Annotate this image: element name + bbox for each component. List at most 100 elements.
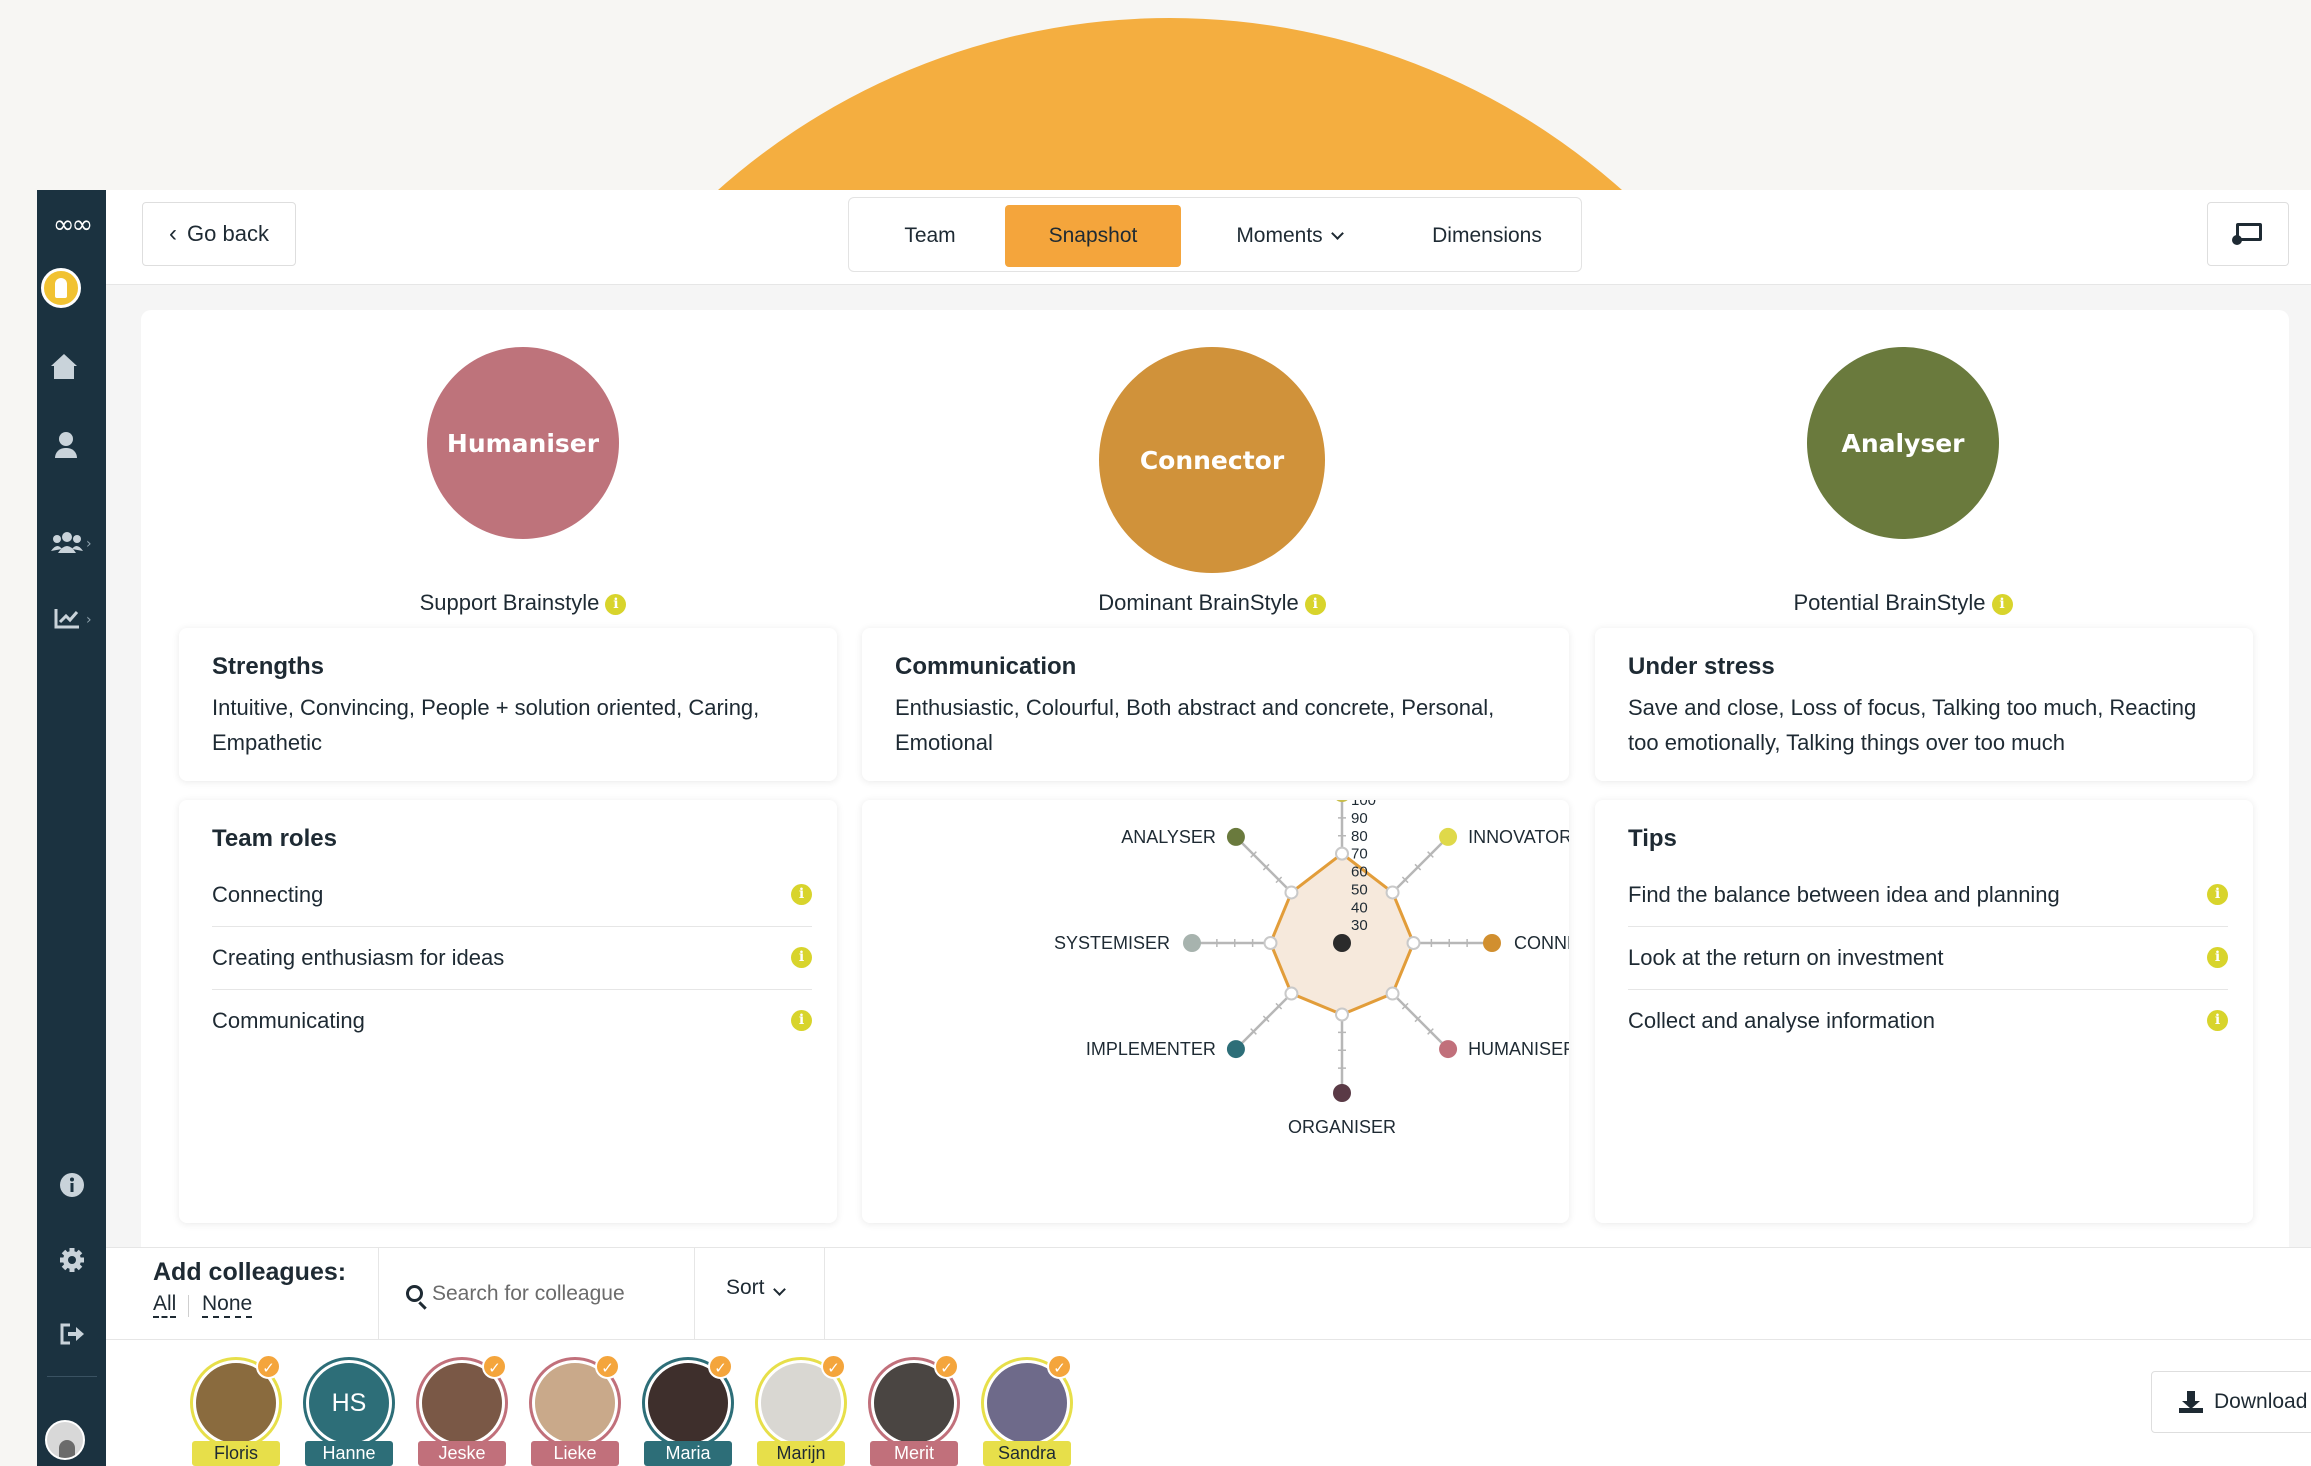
colleague-name: Jeske [418,1441,506,1466]
radar-axis-label: ANALYSER [1121,827,1216,847]
radar-axis-dot [1333,784,1351,802]
brainstyle-badge-icon[interactable] [41,268,81,308]
selected-check-icon: ✓ [595,1354,620,1379]
radar-axis-label: IMPLEMENTER [1086,1039,1216,1059]
person-icon[interactable] [55,432,77,458]
radar-axis-dot [1226,1040,1245,1059]
info-icon[interactable]: i [1991,593,2013,615]
download-icon [2179,1391,2203,1413]
tab-team[interactable]: Team [855,205,1005,267]
download-button[interactable]: Download [2151,1371,2311,1433]
colleague-avatar[interactable]: ✓ Floris [190,1354,282,1466]
brainstyle-radar-panel: 10090807060504030CONCEPTUALISERINNOVATOR… [862,749,1630,1223]
colleague-name: Floris [192,1441,280,1466]
info-icon[interactable]: i [791,1010,812,1031]
info-icon[interactable]: i [791,884,812,905]
tab-dimensions[interactable]: Dimensions [1397,205,1577,267]
radar-value-point [1335,1007,1349,1022]
strengths-title: Strengths [212,653,325,680]
selected-check-icon: ✓ [482,1354,507,1379]
colleague-avatar[interactable]: ✓ Sandra [981,1354,1073,1466]
info-icon[interactable] [37,1172,106,1205]
info-icon[interactable]: i [791,947,812,968]
support-brainstyle-caption: Support Brainstyle i [173,590,873,616]
tip-label: Look at the return on investment [1628,945,1944,970]
gear-icon[interactable] [37,1247,106,1280]
chart-icon[interactable]: › [37,606,106,636]
under-stress-title: Under stress [1628,653,1775,680]
radar-value-point [1284,885,1299,900]
app-window: ∞∞ › › ‹ Go back Team Snapshot Moments D… [37,190,2311,1466]
support-brainstyle-name: Humaniser [446,428,600,458]
tab-moments-label: Moments [1236,224,1323,247]
select-all-link[interactable]: All [153,1292,177,1318]
colleague-avatar[interactable]: ✓ Merit [868,1354,960,1466]
radar-tick-label: 40 [1351,899,1368,916]
download-label: Download [2214,1390,2308,1413]
tab-snapshot[interactable]: Snapshot [1005,205,1181,267]
colleague-name: Sandra [983,1441,1071,1466]
radar-tick-label: 50 [1351,881,1368,898]
dominant-brainstyle-caption: Dominant BrainStyle i [862,590,1562,616]
radar-tick-label: 70 [1351,846,1368,863]
info-icon[interactable]: i [2207,884,2228,905]
info-icon[interactable]: i [2207,1010,2228,1031]
selected-check-icon: ✓ [821,1354,846,1379]
radar-center [1333,934,1351,952]
page: ∞∞ › › ‹ Go back Team Snapshot Moments D… [0,0,2311,1466]
infinity-logo-icon[interactable]: ∞∞ [37,210,106,240]
tip-item: Find the balance between idea and planni… [1628,864,2228,927]
team-icon[interactable]: › [37,530,106,560]
tip-label: Collect and analyse information [1628,1008,1935,1033]
colleague-search-input[interactable] [432,1270,682,1318]
chevron-left-icon: ‹ [169,220,178,247]
go-back-button[interactable]: ‹ Go back [142,202,296,266]
radar-tick-label: 30 [1351,917,1368,934]
communication-text: Enthusiastic, Colourful, Both abstract a… [895,695,1495,755]
divider [378,1248,379,1341]
colleague-avatar[interactable]: ✓ Jeske [416,1354,508,1466]
colleague-avatar[interactable]: ✓ Maria [642,1354,734,1466]
radar-axis-label: INNOVATOR [1468,827,1569,847]
dominant-brainstyle-name: Connector [1139,445,1285,475]
sidebar: ∞∞ › › [37,190,106,1466]
radar-axis-label: ORGANISER [1288,1117,1396,1137]
colleague-name: Merit [870,1441,958,1466]
info-icon[interactable]: i [605,593,627,615]
user-avatar[interactable] [45,1420,85,1460]
divider [694,1248,695,1341]
colleague-initials: HS [331,1388,367,1417]
info-icon[interactable]: i [1304,593,1326,615]
communication-title: Communication [895,653,1077,680]
team-roles-panel: Team roles Connecting i Creating enthusia… [179,800,837,1223]
tips-panel: Tips Find the balance between idea and p… [1595,800,2253,1223]
search-icon [406,1285,423,1302]
colleagues-list: Download ✓ Floris HS Hanne ✓ Jeske ✓ Lieke ✓ Mari… [106,1340,2311,1466]
add-colleagues-title: Add colleagues: [153,1258,347,1286]
radar-value-point [1385,885,1400,900]
tips-title: Tips [1628,825,1677,852]
team-roles-title: Team roles [212,825,337,852]
radar-axis-dot [1183,934,1201,952]
radar-axis-label: SYSTEMISER [1054,933,1170,953]
radar-value-point [1335,846,1349,861]
support-brainstyle-circle: Humaniser [427,347,619,539]
colleague-avatar[interactable]: ✓ Marijn [755,1354,847,1466]
presentation-button[interactable] [2207,202,2289,266]
colleague-name: Lieke [531,1441,619,1466]
tab-moments[interactable]: Moments [1189,205,1389,267]
dominant-brainstyle-caption-text: Dominant BrainStyle [1098,590,1299,615]
sort-button[interactable]: Sort [726,1276,786,1300]
tip-item: Collect and analyse information i [1628,990,2228,1053]
colleague-avatar[interactable]: HS Hanne [303,1360,395,1466]
potential-brainstyle-caption-text: Potential BrainStyle [1793,590,1986,615]
logout-icon[interactable] [37,1322,106,1353]
select-none-link[interactable]: None [202,1292,253,1318]
top-bar: ‹ Go back Team Snapshot Moments Dimensio… [106,190,2311,285]
team-role-label: Communicating [212,1008,365,1033]
potential-brainstyle-name: Analyser [1841,428,1965,458]
info-icon[interactable]: i [2207,947,2228,968]
team-role-label: Connecting [212,882,324,907]
colleague-avatar[interactable]: ✓ Lieke [529,1354,621,1466]
brainstyle-radar-chart: 10090807060504030CONCEPTUALISERINNOVATOR… [1054,749,1630,1137]
